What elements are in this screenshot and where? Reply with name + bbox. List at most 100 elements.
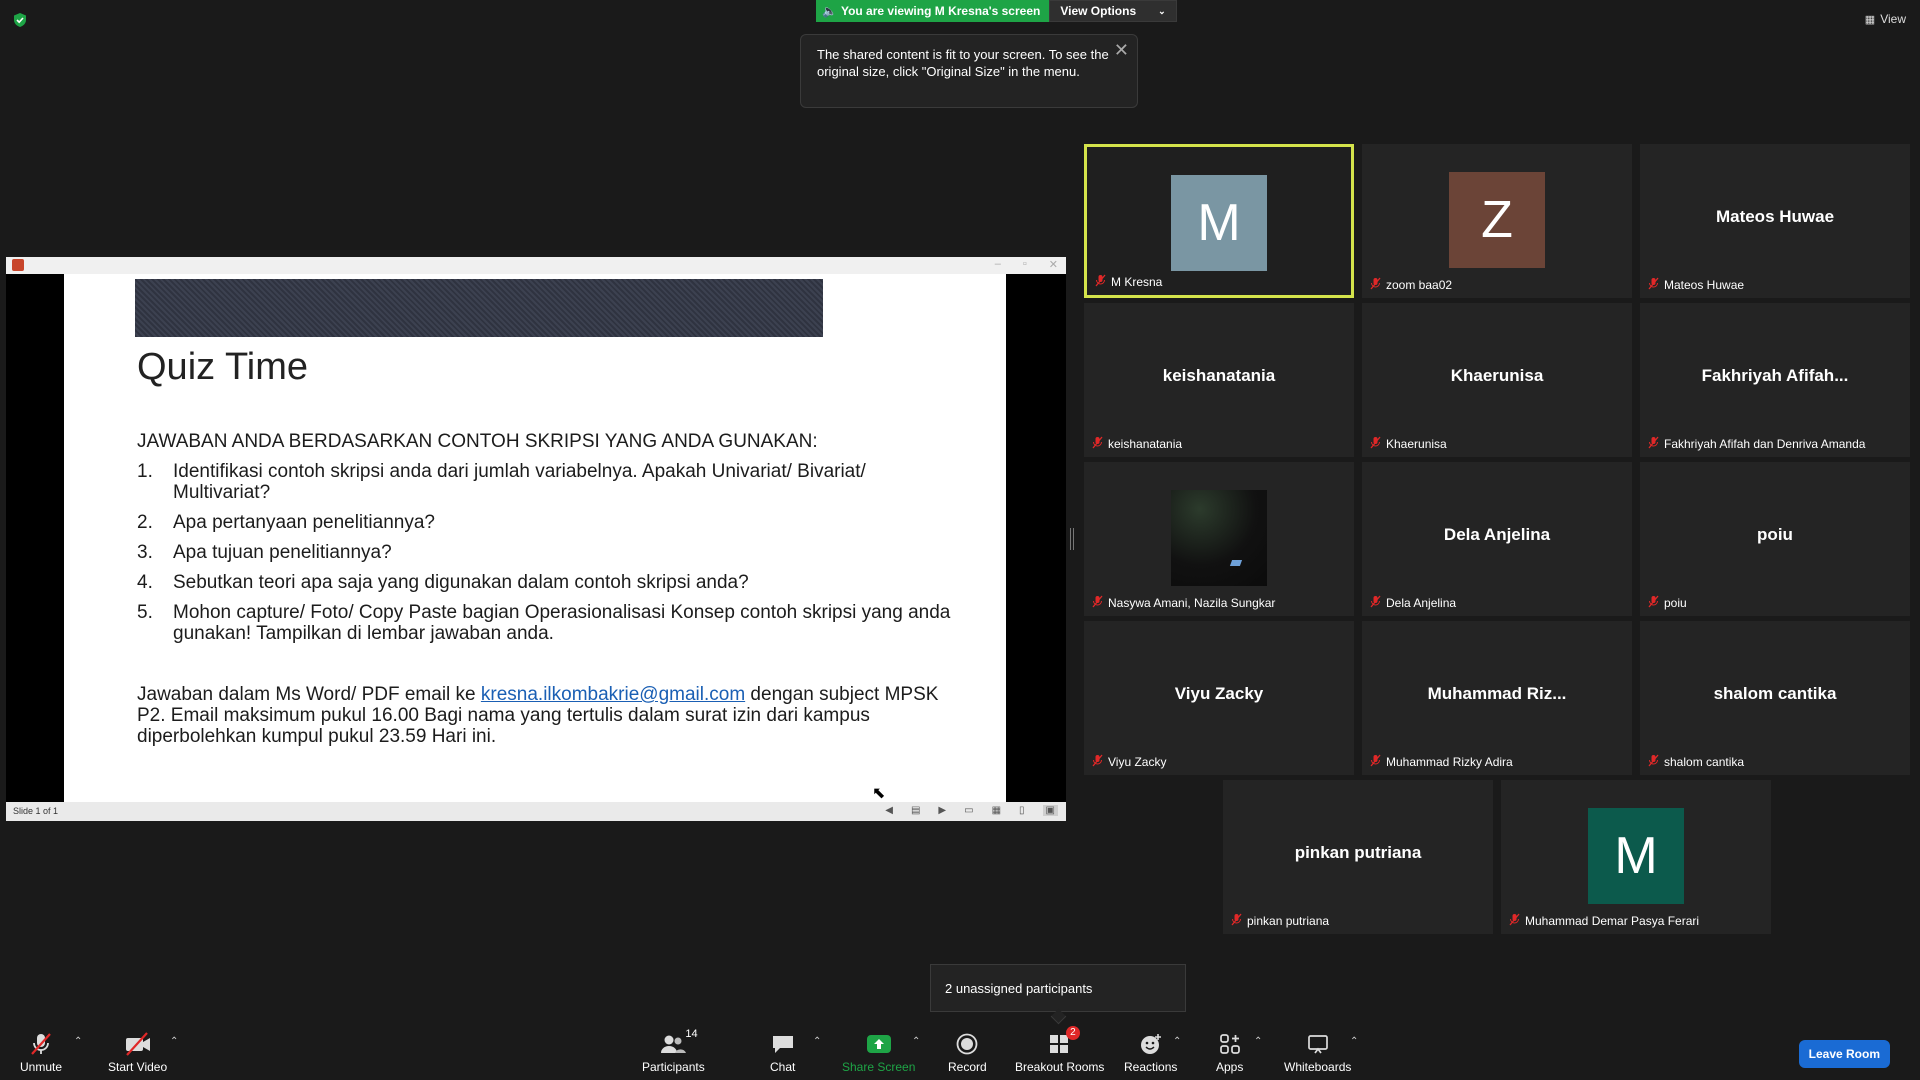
participant-tile[interactable]: Mateos Huwae Mateos Huwae	[1640, 144, 1910, 298]
start-video-button[interactable]: Start Video	[108, 1030, 167, 1074]
participant-tile[interactable]: keishanatania keishanatania	[1084, 303, 1354, 457]
breakout-rooms-label: Breakout Rooms	[1015, 1060, 1105, 1074]
powerpoint-icon	[12, 259, 24, 271]
participant-tile[interactable]: poiu poiu	[1640, 462, 1910, 616]
breakout-badge: 2	[1066, 1026, 1080, 1040]
participant-name: Khaerunisa	[1386, 437, 1447, 451]
question-item: 4. Sebutkan teori apa saja yang digunakan…	[137, 572, 957, 593]
participant-tile[interactable]: Dela Anjelina Dela Anjelina	[1362, 462, 1632, 616]
participant-tile[interactable]: Fakhriyah Afifah... Fakhriyah Afifah dan …	[1640, 303, 1910, 457]
viewing-banner: 🔈 You are viewing M Kresna's screen	[816, 0, 1050, 22]
question-item: 1. Identifikasi contoh skripsi anda dari …	[137, 461, 957, 503]
view-button[interactable]: ▦ View	[1865, 12, 1906, 26]
chevron-down-icon: ⌄	[1158, 5, 1166, 16]
splitter-handle[interactable]	[1070, 528, 1074, 550]
start-video-label: Start Video	[108, 1060, 168, 1074]
viewing-banner-text: You are viewing M Kresna's screen	[840, 4, 1041, 18]
share-options-caret[interactable]: ⌃	[912, 1036, 920, 1047]
participant-tile[interactable]: Viyu Zacky Viyu Zacky	[1084, 621, 1354, 775]
record-button[interactable]: Record	[948, 1030, 987, 1074]
grid-view-icon: ▦	[1864, 13, 1876, 26]
view-options-button[interactable]: View Options ⌄	[1049, 0, 1177, 22]
mic-muted-icon	[1231, 913, 1242, 929]
close-icon[interactable]: ✕	[1114, 41, 1129, 59]
breakout-rooms-button[interactable]: 2 Breakout Rooms	[1015, 1026, 1105, 1074]
whiteboards-options-caret[interactable]: ⌃	[1350, 1036, 1358, 1047]
participant-tile[interactable]: M Muhammad Demar Pasya Ferari	[1501, 780, 1771, 934]
participant-tile[interactable]: M M Kresna	[1084, 144, 1354, 298]
participant-tile[interactable]: Zzoom baa02	[1362, 144, 1632, 298]
chat-icon	[771, 1030, 795, 1058]
participant-display-name: Viyu Zacky	[1174, 684, 1264, 703]
participant-display-name: Muhammad Riz...	[1427, 684, 1567, 703]
video-options-caret[interactable]: ⌃	[170, 1036, 178, 1047]
mic-muted-icon	[1092, 754, 1103, 770]
share-screen-button[interactable]: Share Screen	[842, 1030, 915, 1074]
whiteboard-icon	[1306, 1030, 1330, 1058]
mic-muted-icon	[1648, 277, 1659, 293]
participant-display-name: keishanatania	[1162, 366, 1276, 385]
view-options-label: View Options	[1060, 4, 1137, 18]
mic-muted-icon	[1509, 913, 1520, 929]
participant-tile[interactable]: shalom cantika shalom cantika	[1640, 621, 1910, 775]
participant-display-name: Khaerunisa	[1450, 366, 1544, 385]
question-item: 2. Apa pertanyaan penelitiannya?	[137, 512, 957, 533]
participant-tile[interactable]: Muhammad Riz... Muhammad Rizky Adira	[1362, 621, 1632, 775]
apps-button[interactable]: Apps	[1216, 1030, 1243, 1074]
chat-label: Chat	[770, 1060, 796, 1074]
mic-muted-icon	[1370, 277, 1381, 293]
question-item: 5. Mohon capture/ Foto/ Copy Paste bagian…	[137, 602, 957, 644]
chat-options-caret[interactable]: ⌃	[813, 1036, 821, 1047]
security-shield-icon[interactable]	[12, 12, 28, 28]
whiteboards-button[interactable]: Whiteboards	[1284, 1030, 1351, 1074]
participants-button[interactable]: 14 Participants	[642, 1028, 705, 1074]
slide-footer: Jawaban dalam Ms Word/ PDF email ke kres…	[137, 684, 957, 747]
question-text: Apa tujuan penelitiannya?	[173, 542, 392, 563]
slide: Quiz Time JAWABAN ANDA BERDASARKAN CONTO…	[64, 274, 1006, 802]
whiteboards-label: Whiteboards	[1284, 1060, 1352, 1074]
mic-muted-icon	[28, 1030, 54, 1058]
participant-name-label: Dela Anjelina	[1370, 595, 1456, 611]
unassigned-participants-popup[interactable]: 2 unassigned participants	[930, 964, 1186, 1012]
participant-name: Viyu Zacky	[1108, 755, 1167, 769]
mic-muted-icon	[1095, 274, 1106, 290]
status-bar-icons: ◀ ▤ ▶ ▭ ▦ ▯ ▣	[885, 805, 1058, 816]
mic-muted-icon	[1648, 595, 1659, 611]
chat-button[interactable]: Chat	[770, 1030, 795, 1074]
reactions-button[interactable]: Reactions	[1124, 1030, 1177, 1074]
participant-name: Muhammad Rizky Adira	[1386, 755, 1513, 769]
apps-options-caret[interactable]: ⌃	[1254, 1036, 1262, 1047]
participant-tile[interactable]: Khaerunisa Khaerunisa	[1362, 303, 1632, 457]
window-titlebar: – ▫ ✕	[6, 257, 1066, 274]
question-item: 3. Apa tujuan penelitiannya?	[137, 542, 957, 563]
sorter-view-icon: ▦	[991, 805, 1002, 816]
participant-name: M Kresna	[1111, 275, 1163, 289]
participant-name: poiu	[1664, 596, 1687, 610]
question-list: 1. Identifikasi contoh skripsi anda dari …	[137, 461, 957, 644]
mic-muted-icon	[1648, 436, 1659, 452]
window-controls: – ▫ ✕	[995, 258, 1058, 271]
mic-muted-icon	[1370, 595, 1381, 611]
participants-label: Participants	[642, 1060, 705, 1074]
avatar: M	[1171, 175, 1267, 271]
reactions-options-caret[interactable]: ⌃	[1173, 1036, 1181, 1047]
footer-text: Jawaban dalam Ms Word/ PDF email ke	[137, 684, 481, 705]
participant-name-label: shalom cantika	[1648, 754, 1744, 770]
participant-tile[interactable]: Nasywa Amani, Nazila Sungkar	[1084, 462, 1354, 616]
unmute-button[interactable]: Unmute	[20, 1030, 62, 1074]
leave-room-button[interactable]: Leave Room	[1798, 1040, 1890, 1068]
speaker-icon: 🔈	[822, 4, 837, 18]
close-icon: ✕	[1048, 259, 1058, 271]
slideshow-view-icon: ▣	[1042, 805, 1058, 816]
participants-icon: 14	[659, 1028, 698, 1058]
participant-display-name: poiu	[1757, 525, 1793, 544]
email-link: kresna.ilkombakrie@gmail.com	[480, 684, 746, 705]
audio-options-caret[interactable]: ⌃	[74, 1036, 82, 1047]
participant-name: pinkan putriana	[1247, 914, 1330, 928]
profile-photo	[1171, 490, 1267, 586]
participant-name-label: Nasywa Amani, Nazila Sungkar	[1092, 595, 1275, 611]
prev-icon: ◀	[885, 805, 893, 816]
question-text: Sebutkan teori apa saja yang digunakan d…	[173, 572, 749, 593]
participant-tile[interactable]: pinkan putriana pinkan putriana	[1223, 780, 1493, 934]
mic-muted-icon	[1370, 754, 1381, 770]
